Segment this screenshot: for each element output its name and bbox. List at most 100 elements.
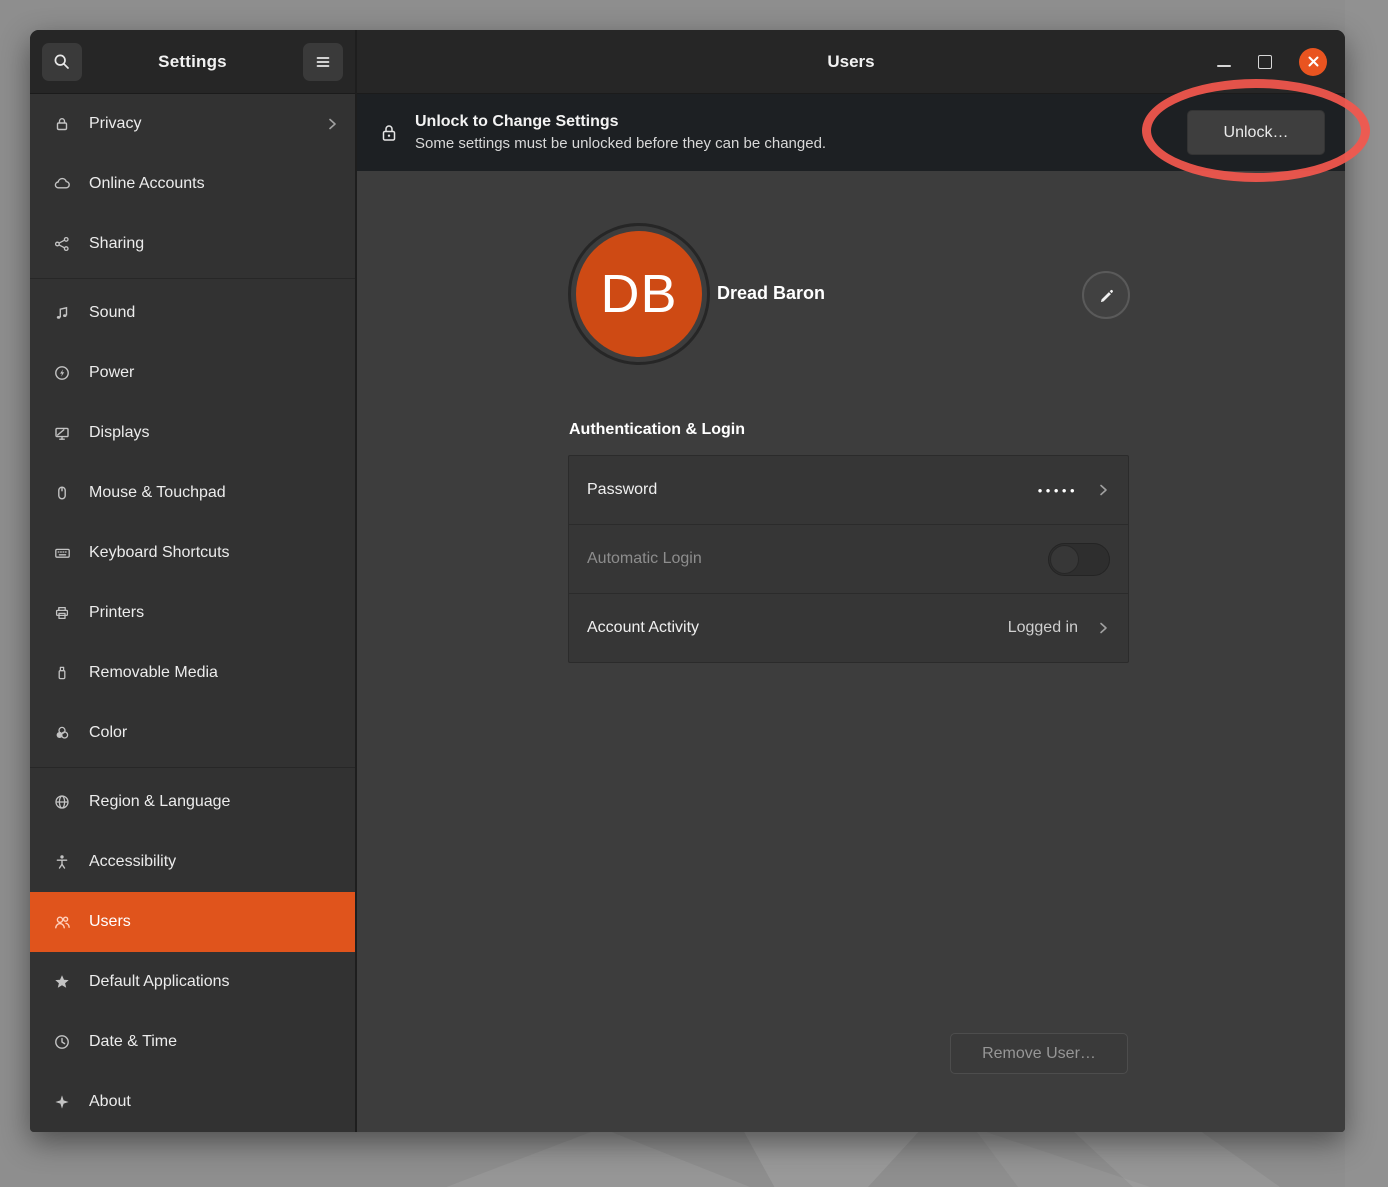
sidebar-item-power[interactable]: Power [30, 343, 355, 403]
accessibility-person-icon [52, 852, 72, 872]
main-panel: Users Unlock to Change Settings Some set… [357, 30, 1345, 1132]
chevron-right-icon [1098, 621, 1110, 635]
sidebar-item-privacy[interactable]: Privacy [30, 94, 355, 154]
users-content: DB Dread Baron Authentication & Login Pa… [357, 171, 1345, 1132]
unlock-banner: Unlock to Change Settings Some settings … [357, 94, 1345, 171]
sidebar-item-mouse-touchpad[interactable]: Mouse & Touchpad [30, 463, 355, 523]
sidebar-item-sharing[interactable]: Sharing [30, 214, 355, 274]
toggle-knob [1050, 545, 1079, 574]
unlock-button[interactable]: Unlock… [1187, 110, 1325, 155]
printer-icon [52, 603, 72, 623]
sparkle-icon [52, 1092, 72, 1112]
automatic-login-row: Automatic Login [569, 525, 1128, 594]
sidebar-item-label: Displays [89, 424, 339, 442]
unlock-banner-subtitle: Some settings must be unlocked before th… [415, 135, 1171, 152]
sidebar-item-label: Date & Time [89, 1033, 339, 1051]
sidebar-item-keyboard-shortcuts[interactable]: Keyboard Shortcuts [30, 523, 355, 583]
maximize-button[interactable] [1258, 55, 1272, 69]
settings-window: Settings Privacy Onl [30, 30, 1345, 1132]
sidebar-item-label: Privacy [89, 115, 310, 133]
wallpaper-shape [742, 1128, 922, 1187]
pencil-icon [1097, 286, 1115, 304]
sidebar-app-title: Settings [88, 52, 297, 72]
unlock-banner-title: Unlock to Change Settings [415, 113, 1171, 131]
wallpaper-shape [1345, 0, 1388, 1187]
password-row[interactable]: Password ••••• [569, 456, 1128, 525]
sidebar-item-displays[interactable]: Displays [30, 403, 355, 463]
sidebar-item-label: Users [89, 913, 339, 931]
sidebar-item-sound[interactable]: Sound [30, 283, 355, 343]
close-icon [1307, 55, 1320, 68]
sidebar-separator [30, 278, 355, 279]
sidebar-item-region-language[interactable]: Region & Language [30, 772, 355, 832]
sidebar-item-about[interactable]: About [30, 1072, 355, 1132]
keyboard-icon [52, 543, 72, 563]
password-label: Password [587, 481, 1026, 499]
users-icon [52, 912, 72, 932]
titlebar: Users [357, 30, 1345, 94]
sidebar-item-default-applications[interactable]: Default Applications [30, 952, 355, 1012]
search-button[interactable] [42, 43, 82, 81]
automatic-login-label: Automatic Login [587, 550, 1036, 568]
unlock-banner-text: Unlock to Change Settings Some settings … [415, 113, 1171, 152]
cloud-icon [52, 174, 72, 194]
minimize-icon [1217, 65, 1231, 67]
sidebar-item-label: Power [89, 364, 339, 382]
maximize-icon [1258, 55, 1272, 69]
sidebar-item-users[interactable]: Users [30, 892, 355, 952]
sidebar-item-label: Online Accounts [89, 175, 339, 193]
avatar-ring: DB [568, 223, 710, 365]
sidebar-header: Settings [30, 30, 355, 94]
sidebar-item-removable-media[interactable]: Removable Media [30, 643, 355, 703]
account-activity-row[interactable]: Account Activity Logged in [569, 594, 1128, 662]
wallpaper-shape [930, 1128, 1150, 1187]
sidebar-item-label: Removable Media [89, 664, 339, 682]
clock-icon [52, 1032, 72, 1052]
user-full-name: Dread Baron [717, 283, 825, 304]
close-button[interactable] [1299, 48, 1327, 76]
sidebar-item-color[interactable]: Color [30, 703, 355, 763]
share-nodes-icon [52, 234, 72, 254]
automatic-login-toggle[interactable] [1048, 543, 1110, 576]
minimize-button[interactable] [1217, 57, 1231, 67]
sidebar-item-label: Sharing [89, 235, 339, 253]
primary-menu-button[interactable] [303, 43, 343, 81]
sidebar-separator [30, 767, 355, 768]
color-circles-icon [52, 723, 72, 743]
hamburger-menu-icon [313, 52, 333, 72]
account-activity-value: Logged in [1008, 619, 1078, 637]
padlock-icon [379, 122, 399, 144]
account-activity-label: Account Activity [587, 619, 996, 637]
sidebar-item-label: About [89, 1093, 339, 1111]
page-title: Users [827, 52, 874, 72]
auth-panel: Password ••••• Automatic Login Account A… [568, 455, 1129, 663]
wallpaper-shape [420, 1128, 750, 1187]
chevron-right-icon [1098, 483, 1110, 497]
chevron-right-icon [327, 117, 339, 131]
window-controls [1217, 30, 1327, 93]
sidebar: Settings Privacy Onl [30, 30, 357, 1132]
sidebar-item-date-time[interactable]: Date & Time [30, 1012, 355, 1072]
remove-user-button[interactable]: Remove User… [950, 1033, 1128, 1074]
edit-name-button[interactable] [1082, 271, 1130, 319]
sidebar-item-label: Mouse & Touchpad [89, 484, 339, 502]
usb-drive-icon [52, 663, 72, 683]
mouse-icon [52, 483, 72, 503]
sidebar-item-label: Accessibility [89, 853, 339, 871]
sidebar-item-label: Region & Language [89, 793, 339, 811]
sidebar-item-printers[interactable]: Printers [30, 583, 355, 643]
power-bolt-icon [52, 363, 72, 383]
sidebar-item-online-accounts[interactable]: Online Accounts [30, 154, 355, 214]
sidebar-item-label: Default Applications [89, 973, 339, 991]
monitor-icon [52, 423, 72, 443]
search-icon [52, 52, 72, 72]
section-heading: Authentication & Login [569, 421, 745, 439]
sidebar-item-accessibility[interactable]: Accessibility [30, 832, 355, 892]
music-note-icon [52, 303, 72, 323]
wallpaper-shape [1070, 1128, 1280, 1187]
globe-icon [52, 792, 72, 812]
avatar: DB [576, 231, 702, 357]
password-dots: ••••• [1038, 483, 1078, 498]
sidebar-item-label: Printers [89, 604, 339, 622]
star-icon [52, 972, 72, 992]
